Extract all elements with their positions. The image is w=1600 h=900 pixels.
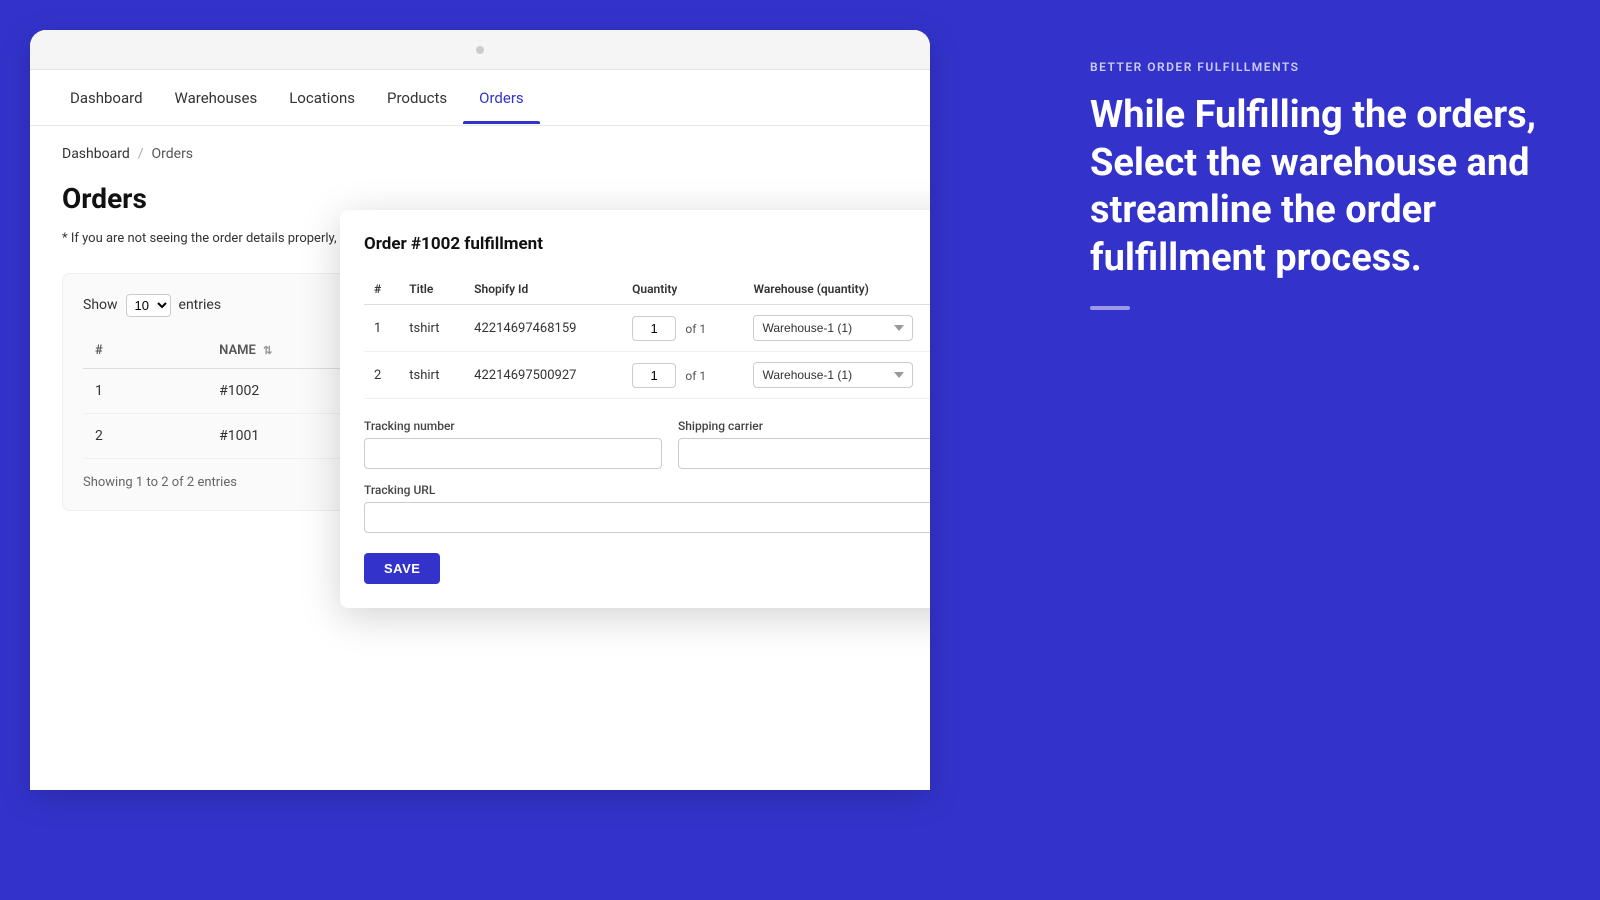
qty-input[interactable]	[632, 316, 676, 341]
breadcrumb: Dashboard / Orders	[62, 146, 898, 162]
modal-title: Order #1002 fulfillment	[364, 234, 930, 254]
tracking-row: Tracking number Shipping carrier	[364, 419, 930, 469]
modal-table-row: 2 tshirt 42214697500927 of 1 Warehouse-1…	[364, 352, 930, 399]
modal-row-num: 2	[364, 352, 399, 399]
modal-row-title: tshirt	[399, 352, 464, 399]
modal-col: #	[364, 274, 399, 305]
modal-row-qty: of 1	[622, 305, 743, 352]
modal-row-num: 1	[364, 305, 399, 352]
nav-warehouses[interactable]: Warehouses	[159, 73, 274, 123]
breadcrumb-home[interactable]: Dashboard	[62, 146, 130, 162]
modal-col: Warehouse (quantity)	[743, 274, 930, 305]
fulfillment-modal: Order #1002 fulfillment #TitleShopify Id…	[340, 210, 930, 608]
modal-row-shopify: 42214697500927	[464, 352, 622, 399]
qty-of: of 1	[685, 369, 706, 383]
warehouse-select[interactable]: Warehouse-1 (1)	[753, 315, 913, 341]
tracking-url-input[interactable]	[364, 502, 930, 533]
row-num: 1	[83, 368, 207, 413]
breadcrumb-separator: /	[138, 146, 144, 162]
col-num: #	[83, 333, 207, 369]
warehouse-select[interactable]: Warehouse-1 (1)	[753, 362, 913, 388]
browser-bar	[30, 30, 930, 70]
modal-col: Title	[399, 274, 464, 305]
right-divider	[1090, 306, 1130, 310]
nav-bar: Dashboard Warehouses Locations Products …	[30, 70, 930, 126]
tracking-number-label: Tracking number	[364, 419, 662, 433]
tracking-number-group: Tracking number	[364, 419, 662, 469]
tracking-number-input[interactable]	[364, 438, 662, 469]
row-num: 2	[83, 413, 207, 458]
shipping-carrier-label: Shipping carrier	[678, 419, 930, 433]
show-label: Show	[83, 297, 118, 313]
breadcrumb-current: Orders	[152, 146, 194, 162]
shipping-carrier-group: Shipping carrier	[678, 419, 930, 469]
modal-row-title: tshirt	[399, 305, 464, 352]
modal-row-warehouse: Warehouse-1 (1)	[743, 352, 930, 399]
right-title: While Fulfilling the orders, Select the …	[1090, 92, 1550, 282]
qty-input[interactable]	[632, 363, 676, 388]
modal-table-row: 1 tshirt 42214697468159 of 1 Warehouse-1…	[364, 305, 930, 352]
save-button[interactable]: SAVE	[364, 553, 440, 584]
nav-locations[interactable]: Locations	[273, 73, 371, 123]
modal-col: Quantity	[622, 274, 743, 305]
tracking-url-group: Tracking URL	[364, 483, 930, 533]
modal-row-shopify: 42214697468159	[464, 305, 622, 352]
right-panel: BETTER ORDER FULFILLMENTS While Fulfilli…	[1040, 0, 1600, 900]
tracking-url-label: Tracking URL	[364, 483, 930, 497]
browser-dot	[476, 46, 484, 54]
nav-orders[interactable]: Orders	[463, 73, 540, 123]
shipping-carrier-input[interactable]	[678, 438, 930, 469]
qty-of: of 1	[685, 322, 706, 336]
sort-icon: ⇅	[263, 344, 272, 357]
nav-dashboard[interactable]: Dashboard	[54, 73, 159, 123]
modal-table: #TitleShopify IdQuantityWarehouse (quant…	[364, 274, 930, 399]
nav-products[interactable]: Products	[371, 73, 463, 123]
right-subtitle: BETTER ORDER FULFILLMENTS	[1090, 60, 1550, 74]
modal-col: Shopify Id	[464, 274, 622, 305]
tracking-url-row: Tracking URL	[364, 483, 930, 533]
entries-label: entries	[179, 297, 222, 313]
modal-row-warehouse: Warehouse-1 (1)	[743, 305, 930, 352]
entries-select[interactable]: 10 25 50	[126, 294, 171, 317]
modal-row-qty: of 1	[622, 352, 743, 399]
